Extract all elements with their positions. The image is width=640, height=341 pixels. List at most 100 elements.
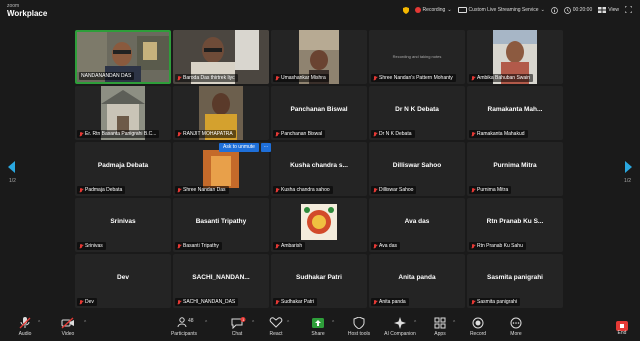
previous-page-arrow-icon[interactable]: [8, 160, 16, 173]
shield-icon[interactable]: [402, 6, 409, 14]
participant-name-label: Shree Nandan's Pattern Mohanty: [371, 74, 456, 82]
host-tools-button[interactable]: Host tools: [339, 316, 379, 337]
participant-tile[interactable]: Sasmita panigrahi Sasmita panigrahi: [467, 254, 563, 308]
mic-muted-icon: [177, 75, 181, 81]
participant-name-label: Basanti Tripathy: [175, 242, 222, 250]
participant-tile[interactable]: Rtn Pranab Ku S... Rtn Pranab Ku Sahu: [467, 198, 563, 252]
gallery-view: NANDANANDAN DAS Baroda Das thirtrek liyc…: [75, 30, 565, 308]
mic-muted-icon: [471, 75, 475, 81]
participant-name-label: Sasmita panigrahi: [469, 298, 521, 306]
participant-name-label: Shree Nandan Das: [175, 186, 229, 194]
ai-companion-caret-icon[interactable]: ⌃: [413, 320, 417, 326]
mic-muted-icon: [177, 187, 181, 193]
participant-display-name: Ava das: [404, 218, 430, 225]
participant-tile[interactable]: Umashankar Mishra: [271, 30, 367, 84]
live-stream-indicator[interactable]: Custom Live Streaming Service ⌄: [457, 7, 545, 13]
participant-tile[interactable]: Padmaja Debata Padmaja Debata: [75, 142, 171, 196]
participant-name-label: RANJIT MOHAPATRA: [175, 130, 236, 138]
participant-name-label: Ambarish: [273, 242, 306, 250]
more-button[interactable]: More: [496, 316, 536, 337]
recording-indicator[interactable]: Recording ⌄: [414, 7, 452, 13]
react-label: React: [269, 331, 283, 337]
end-meeting-button[interactable]: End: [610, 318, 634, 336]
participant-tile[interactable]: Recording and taking notes Shree Nandan'…: [369, 30, 465, 84]
participant-tile[interactable]: Dilliswar Sahoo Dilliswar Sahoo: [369, 142, 465, 196]
video-button[interactable]: Video: [48, 316, 88, 337]
participant-tile[interactable]: Ambarish: [271, 198, 367, 252]
fullscreen-icon[interactable]: [624, 5, 633, 15]
tile-more-options-button[interactable]: ...: [261, 143, 271, 152]
participant-name-label: Dilliswar Sahoo: [371, 186, 417, 194]
participant-tile[interactable]: SACHI_NANDAN... SACHI_NANDAN_DAS: [173, 254, 269, 308]
participants-caret-icon[interactable]: ⌃: [204, 320, 208, 326]
mic-muted-icon: [373, 299, 377, 305]
participant-name-label: SACHI_NANDAN_DAS: [175, 298, 239, 306]
audio-options-caret-icon[interactable]: ⌃: [37, 320, 41, 326]
participants-button[interactable]: 48 Participants: [164, 316, 204, 337]
mic-muted-icon: [275, 299, 279, 305]
participant-tile[interactable]: Er. Rtn Basanta Panigrahi B.C...: [75, 86, 171, 140]
share-caret-icon[interactable]: ⌃: [331, 320, 335, 326]
apps-caret-icon[interactable]: ⌃: [452, 320, 456, 326]
apps-grid-icon: [433, 316, 447, 329]
record-icon: [471, 316, 485, 329]
participant-tile[interactable]: Dev Dev: [75, 254, 171, 308]
participant-tile[interactable]: Purnima Mitra Purnima Mitra: [467, 142, 563, 196]
video-off-icon: [61, 316, 75, 329]
mic-muted-icon: [275, 131, 279, 137]
react-heart-icon: [269, 316, 283, 328]
mic-muted-icon: [471, 131, 475, 137]
end-label: End: [617, 330, 627, 336]
participant-tile[interactable]: NANDANANDAN DAS: [75, 30, 171, 84]
more-label: More: [510, 331, 522, 337]
participant-tile[interactable]: Panchanan Biswal Panchanan Biswal: [271, 86, 367, 140]
participant-tile[interactable]: Ramakanta Mah... Ramakanta Mahakud: [467, 86, 563, 140]
audio-label: Audio: [18, 331, 32, 337]
mic-muted-icon: [373, 131, 377, 137]
chat-label: Chat: [231, 331, 243, 337]
participant-tile[interactable]: Baroda Das thirtrek liyc: [173, 30, 269, 84]
ask-to-unmute-button[interactable]: Ask to unmute: [219, 143, 259, 152]
view-menu[interactable]: View: [598, 7, 619, 13]
participant-name-label: Panchanan Biswal: [273, 130, 326, 138]
participant-tile[interactable]: Basanti Tripathy Basanti Tripathy: [173, 198, 269, 252]
participant-tile[interactable]: Kusha chandra s... Kusha chandra sahoo: [271, 142, 367, 196]
page-indicator-right: 1/2: [624, 178, 631, 184]
participant-tile[interactable]: Ava das Ava das: [369, 198, 465, 252]
participant-tile[interactable]: Dr N K Debata Dr N K Debata: [369, 86, 465, 140]
chat-caret-icon[interactable]: ⌃: [251, 320, 255, 326]
mic-muted-icon: [177, 243, 181, 249]
meeting-toolbar: Audio ⌃ Video ⌃ 48 Participants ⌃ 1 Chat…: [0, 312, 640, 341]
participant-tile[interactable]: RANJIT MOHAPATRA: [173, 86, 269, 140]
participant-name-label: Kusha chandra sahoo: [273, 186, 333, 194]
top-bar: zoom Workplace Recording ⌄ Custom Live S…: [0, 0, 640, 20]
info-icon[interactable]: [550, 6, 558, 14]
participants-label: Participants: [170, 331, 198, 337]
react-caret-icon[interactable]: ⌃: [286, 320, 290, 326]
participant-tile[interactable]: Anita panda Anita panda: [369, 254, 465, 308]
shield-icon: [352, 316, 366, 330]
meeting-timer: 00:20:00: [563, 6, 592, 14]
participant-display-name: Padmaja Debata: [97, 162, 149, 169]
participant-tile[interactable]: Srinivas Srinivas: [75, 198, 171, 252]
participant-tile[interactable]: Ambika Bahuban Swain: [467, 30, 563, 84]
participant-tile[interactable]: Sudhakar Patri Sudhakar Patri: [271, 254, 367, 308]
video-label: Video: [61, 331, 75, 337]
participants-icon: 48: [177, 316, 194, 328]
video-options-caret-icon[interactable]: ⌃: [83, 320, 87, 326]
participant-name-label: Dev: [77, 298, 97, 306]
host-tools-label: Host tools: [347, 331, 371, 337]
live-stream-label: Custom Live Streaming Service: [468, 7, 539, 13]
meeting-status: Recording ⌄ Custom Live Streaming Servic…: [402, 4, 633, 16]
participant-name-label: Ramakanta Mahakud: [469, 130, 528, 138]
next-page-arrow-icon[interactable]: [624, 160, 632, 173]
participant-display-name: Rtn Pranab Ku S...: [486, 218, 544, 225]
mic-muted-icon: [471, 299, 475, 305]
share-label: Share: [311, 331, 325, 337]
ai-companion-label: AI Companion: [384, 331, 416, 337]
participant-name-label: Anita panda: [371, 298, 409, 306]
participant-name-label: Dr N K Debata: [371, 130, 415, 138]
participant-name-label: Sudhakar Patri: [273, 298, 318, 306]
clock-icon: [563, 6, 571, 14]
record-button[interactable]: Record: [458, 316, 498, 337]
